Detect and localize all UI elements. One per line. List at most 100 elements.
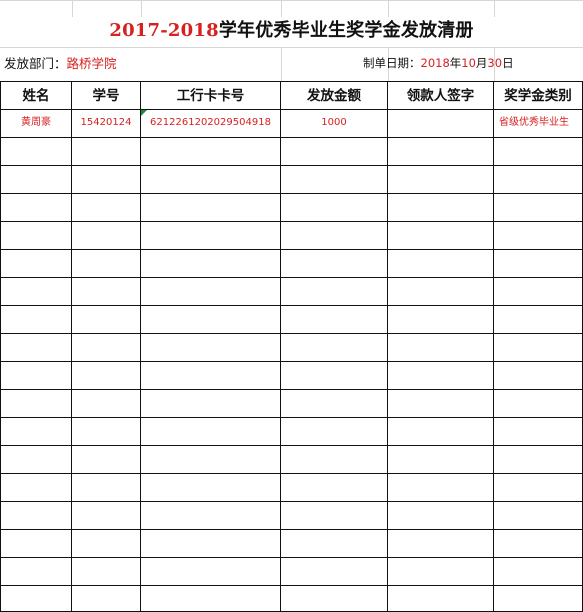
empty-cell[interactable] xyxy=(0,138,72,166)
empty-cell[interactable] xyxy=(72,194,141,222)
empty-cell[interactable] xyxy=(494,586,583,612)
empty-cell[interactable] xyxy=(141,250,281,278)
empty-cell[interactable] xyxy=(494,530,583,558)
empty-cell[interactable] xyxy=(494,138,583,166)
empty-cell[interactable] xyxy=(388,306,494,334)
empty-cell[interactable] xyxy=(388,558,494,586)
empty-cell[interactable] xyxy=(281,166,388,194)
cell-signature[interactable] xyxy=(388,110,494,138)
empty-cell[interactable] xyxy=(388,222,494,250)
empty-cell[interactable] xyxy=(72,362,141,390)
empty-cell[interactable] xyxy=(281,222,388,250)
empty-cell[interactable] xyxy=(72,586,141,612)
empty-cell[interactable] xyxy=(141,418,281,446)
empty-cell[interactable] xyxy=(281,250,388,278)
empty-cell[interactable] xyxy=(388,530,494,558)
empty-cell[interactable] xyxy=(0,418,72,446)
empty-cell[interactable] xyxy=(0,362,72,390)
empty-cell[interactable] xyxy=(281,138,388,166)
empty-cell[interactable] xyxy=(72,446,141,474)
empty-cell[interactable] xyxy=(72,306,141,334)
empty-cell[interactable] xyxy=(281,586,388,612)
cell-scholarship-type[interactable]: 省级优秀毕业生 xyxy=(494,110,583,138)
empty-cell[interactable] xyxy=(0,166,72,194)
empty-cell[interactable] xyxy=(141,306,281,334)
empty-cell[interactable] xyxy=(72,138,141,166)
empty-cell[interactable] xyxy=(0,250,72,278)
empty-cell[interactable] xyxy=(141,278,281,306)
empty-cell[interactable] xyxy=(494,558,583,586)
empty-cell[interactable] xyxy=(72,278,141,306)
empty-cell[interactable] xyxy=(388,334,494,362)
empty-cell[interactable] xyxy=(388,474,494,502)
empty-cell[interactable] xyxy=(281,194,388,222)
empty-cell[interactable] xyxy=(72,530,141,558)
empty-cell[interactable] xyxy=(72,250,141,278)
empty-cell[interactable] xyxy=(0,334,72,362)
empty-cell[interactable] xyxy=(388,278,494,306)
empty-cell[interactable] xyxy=(494,502,583,530)
empty-cell[interactable] xyxy=(281,530,388,558)
empty-cell[interactable] xyxy=(141,558,281,586)
empty-cell[interactable] xyxy=(141,222,281,250)
empty-cell[interactable] xyxy=(281,502,388,530)
empty-cell[interactable] xyxy=(281,390,388,418)
empty-cell[interactable] xyxy=(141,194,281,222)
empty-cell[interactable] xyxy=(0,558,72,586)
empty-cell[interactable] xyxy=(494,390,583,418)
empty-cell[interactable] xyxy=(0,586,72,612)
empty-cell[interactable] xyxy=(494,250,583,278)
empty-cell[interactable] xyxy=(72,502,141,530)
header-student-id[interactable]: 学号 xyxy=(72,81,141,110)
empty-cell[interactable] xyxy=(72,166,141,194)
empty-cell[interactable] xyxy=(141,138,281,166)
empty-cell[interactable] xyxy=(141,530,281,558)
empty-cell[interactable] xyxy=(0,306,72,334)
empty-cell[interactable] xyxy=(72,558,141,586)
empty-cell[interactable] xyxy=(0,474,72,502)
empty-cell[interactable] xyxy=(72,418,141,446)
cell-card-number[interactable]: 6212261202029504918 xyxy=(141,110,281,138)
empty-cell[interactable] xyxy=(494,362,583,390)
empty-cell[interactable] xyxy=(0,194,72,222)
empty-cell[interactable] xyxy=(388,250,494,278)
empty-cell[interactable] xyxy=(281,418,388,446)
empty-cell[interactable] xyxy=(494,474,583,502)
empty-cell[interactable] xyxy=(494,418,583,446)
empty-cell[interactable] xyxy=(0,278,72,306)
empty-cell[interactable] xyxy=(0,530,72,558)
empty-cell[interactable] xyxy=(281,334,388,362)
empty-cell[interactable] xyxy=(141,362,281,390)
empty-cell[interactable] xyxy=(388,502,494,530)
empty-cell[interactable] xyxy=(141,586,281,612)
empty-cell[interactable] xyxy=(281,446,388,474)
empty-cell[interactable] xyxy=(141,446,281,474)
empty-cell[interactable] xyxy=(141,334,281,362)
cell-name[interactable]: 黄周豪 xyxy=(0,110,72,138)
header-signature[interactable]: 领款人签字 xyxy=(388,81,494,110)
cell-student-id[interactable]: 15420124 xyxy=(72,110,141,138)
empty-cell[interactable] xyxy=(72,334,141,362)
empty-cell[interactable] xyxy=(388,446,494,474)
empty-cell[interactable] xyxy=(281,306,388,334)
empty-cell[interactable] xyxy=(494,446,583,474)
header-card-number[interactable]: 工行卡卡号 xyxy=(141,81,281,110)
header-scholarship-type[interactable]: 奖学金类别 xyxy=(494,81,583,110)
empty-cell[interactable] xyxy=(494,166,583,194)
empty-cell[interactable] xyxy=(494,194,583,222)
empty-cell[interactable] xyxy=(494,334,583,362)
empty-cell[interactable] xyxy=(494,278,583,306)
empty-cell[interactable] xyxy=(141,474,281,502)
empty-cell[interactable] xyxy=(494,306,583,334)
empty-cell[interactable] xyxy=(72,474,141,502)
empty-cell[interactable] xyxy=(72,222,141,250)
empty-cell[interactable] xyxy=(388,138,494,166)
empty-cell[interactable] xyxy=(0,222,72,250)
empty-cell[interactable] xyxy=(388,166,494,194)
empty-cell[interactable] xyxy=(281,278,388,306)
empty-cell[interactable] xyxy=(388,418,494,446)
empty-cell[interactable] xyxy=(281,558,388,586)
empty-cell[interactable] xyxy=(281,474,388,502)
empty-cell[interactable] xyxy=(0,502,72,530)
empty-cell[interactable] xyxy=(0,390,72,418)
